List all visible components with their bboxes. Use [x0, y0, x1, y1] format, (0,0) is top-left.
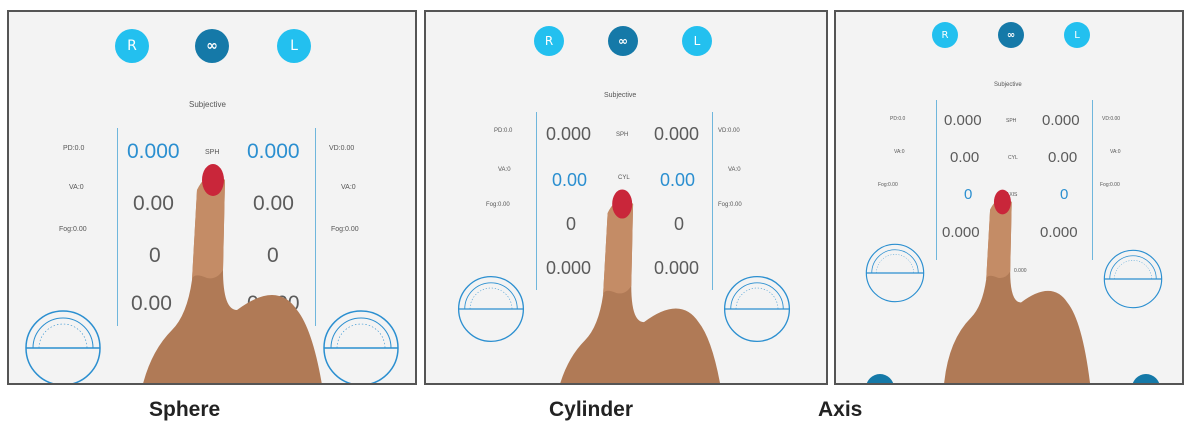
subjective-header: Subjective: [604, 92, 637, 99]
pointing-hand-image: [143, 164, 322, 383]
both-eyes-button[interactable]: ∞: [998, 22, 1024, 48]
panel-axis: R ∞ L Subjective PD:0.0 VA:0 Fog:0.00 VD…: [834, 10, 1184, 385]
caption-cylinder: Cylinder: [549, 398, 634, 421]
subjective-header: Subjective: [189, 100, 226, 109]
right-axis-gauge-icon[interactable]: [1102, 248, 1164, 310]
left-divider: [117, 128, 118, 326]
pointing-hand-image: [944, 189, 1090, 383]
cyl-label: CYL: [1008, 155, 1018, 161]
right-eye-button[interactable]: R: [932, 22, 958, 48]
cyl-label: CYL: [618, 175, 630, 181]
fog-left-label: Fog:0.00: [59, 226, 87, 233]
fog-left-label: Fog:0.00: [486, 202, 510, 208]
pd-label: PD:0.0: [63, 145, 85, 152]
left-divider: [536, 112, 537, 290]
va-left-label: VA:0: [69, 184, 84, 191]
va-left-label: VA:0: [894, 149, 905, 155]
right-eye-button[interactable]: R: [115, 29, 149, 63]
sph-label: SPH: [205, 149, 220, 156]
pointing-hand-image: [560, 189, 720, 383]
sph-label: SPH: [616, 132, 629, 138]
sph-left-value[interactable]: 0.000: [654, 124, 699, 145]
left-axis-gauge-icon[interactable]: [23, 308, 103, 385]
fog-left-label: Fog:0.00: [878, 182, 898, 188]
pd-label: PD:0.0: [494, 128, 513, 134]
subjective-header: Subjective: [994, 82, 1022, 88]
caption-axis: Axis: [818, 398, 863, 421]
sph-label: SPH: [1006, 118, 1017, 124]
pd-label: PD:0.0: [890, 116, 906, 122]
right-eye-button[interactable]: R: [534, 26, 564, 56]
vd-label: VD:0.00: [329, 145, 355, 152]
vd-label: VD:0.00: [1102, 116, 1121, 122]
cyl-left-value[interactable]: 0.00: [1048, 149, 1077, 166]
left-eye-button[interactable]: L: [1064, 22, 1090, 48]
vd-label: VD:0.00: [718, 128, 740, 134]
caption-sphere: Sphere: [149, 398, 221, 421]
va-right-label: VA:0: [1110, 149, 1121, 155]
panel-sphere: R ∞ L Subjective PD:0.0 VA:0 Fog:0.00 VD…: [7, 10, 417, 385]
panel-cylinder: R ∞ L Subjective PD:0.0 VA:0 Fog:0.00 VD…: [424, 10, 828, 385]
sph-left-value[interactable]: 0.000: [1042, 112, 1080, 129]
sph-right-value[interactable]: 0.000: [546, 124, 591, 145]
sph-right-value[interactable]: 0.000: [944, 112, 982, 129]
left-eye-button[interactable]: L: [682, 26, 712, 56]
left-axis-gauge-icon[interactable]: [864, 242, 926, 304]
left-eye-button[interactable]: L: [277, 29, 311, 63]
bottom-right-button[interactable]: [1132, 374, 1160, 383]
va-left-label: VA:0: [498, 167, 511, 173]
bottom-left-button[interactable]: [866, 374, 894, 383]
both-eyes-button[interactable]: ∞: [608, 26, 638, 56]
cyl-right-value[interactable]: 0.00: [950, 149, 979, 166]
va-right-label: VA:0: [728, 167, 741, 173]
left-axis-gauge-icon[interactable]: [456, 274, 526, 344]
both-eyes-button[interactable]: ∞: [195, 29, 229, 63]
